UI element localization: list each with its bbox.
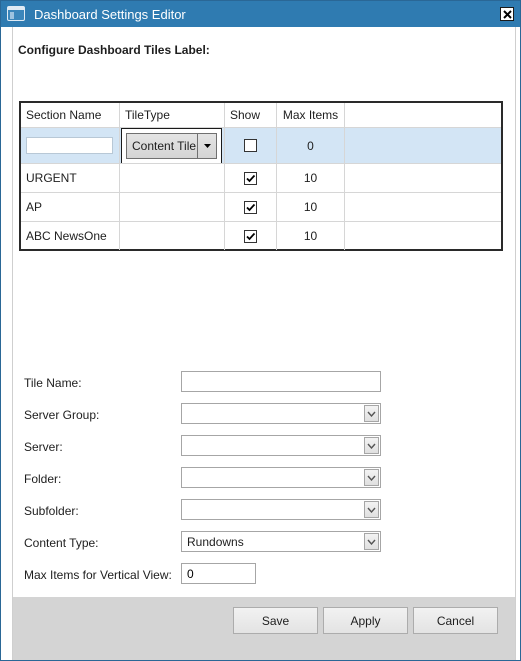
- tile-name-label: Tile Name:: [24, 376, 82, 390]
- content-type-label: Content Type:: [24, 536, 99, 550]
- folder-label: Folder:: [24, 472, 62, 486]
- right-border: [515, 27, 516, 660]
- show-cell[interactable]: [225, 222, 277, 250]
- folder-dropdown[interactable]: [181, 467, 381, 488]
- subfolder-label: Subfolder:: [24, 504, 79, 518]
- section-name-cell[interactable]: [21, 128, 120, 163]
- column-header-section-name[interactable]: Section Name: [21, 103, 120, 127]
- show-cell[interactable]: [225, 164, 277, 192]
- max-items-vertical-input[interactable]: [181, 563, 256, 584]
- section-name-cell[interactable]: URGENT: [21, 164, 120, 192]
- section-name-cell[interactable]: ABC NewsOne: [21, 222, 120, 250]
- max-items-cell[interactable]: 10: [277, 164, 345, 192]
- title-bar[interactable]: Dashboard Settings Editor: [1, 1, 520, 27]
- filler-cell: [345, 193, 501, 221]
- checkmark-icon: [246, 203, 256, 211]
- table-row[interactable]: AP 10: [21, 192, 501, 221]
- show-checkbox[interactable]: [244, 200, 257, 214]
- show-checkbox[interactable]: [244, 139, 257, 152]
- tile-name-input[interactable]: [181, 371, 381, 392]
- tiletype-cell[interactable]: [120, 222, 225, 250]
- chevron-down-icon[interactable]: [364, 501, 379, 518]
- show-checkbox[interactable]: [244, 229, 257, 243]
- chevron-down-icon[interactable]: [364, 437, 379, 454]
- column-header-show[interactable]: Show: [225, 103, 277, 127]
- chevron-down-icon[interactable]: [364, 533, 379, 550]
- section-name-cell[interactable]: AP: [21, 193, 120, 221]
- server-label: Server:: [24, 440, 63, 454]
- dashboard-settings-window: Dashboard Settings Editor Configure Dash…: [0, 0, 521, 661]
- column-header-filler: [345, 103, 501, 127]
- dropdown-arrow-icon[interactable]: [197, 134, 216, 158]
- tiles-grid: Section Name TileType Show Max Items Con…: [19, 101, 503, 251]
- max-items-cell[interactable]: 10: [277, 193, 345, 221]
- filler-cell: [345, 222, 501, 250]
- tiletype-dropdown-value: Content Tile: [132, 139, 197, 153]
- tiletype-cell[interactable]: [120, 193, 225, 221]
- close-icon: [503, 10, 512, 19]
- show-cell[interactable]: [225, 193, 277, 221]
- column-header-max-items[interactable]: Max Items: [277, 103, 345, 127]
- close-button[interactable]: [500, 7, 514, 21]
- column-header-tiletype[interactable]: TileType: [120, 103, 225, 127]
- save-button[interactable]: Save: [233, 607, 318, 634]
- server-dropdown[interactable]: [181, 435, 381, 456]
- show-cell[interactable]: [225, 128, 277, 163]
- max-items-cell[interactable]: 10: [277, 222, 345, 250]
- tiletype-dropdown[interactable]: Content Tile: [121, 128, 222, 163]
- server-group-label: Server Group:: [24, 408, 100, 422]
- tiletype-cell[interactable]: [120, 164, 225, 192]
- button-bar: Save Apply Cancel: [13, 597, 515, 660]
- chevron-down-icon[interactable]: [364, 405, 379, 422]
- filler-cell: [345, 128, 501, 163]
- checkmark-icon: [246, 232, 256, 240]
- table-row[interactable]: ABC NewsOne 10: [21, 221, 501, 250]
- apply-button[interactable]: Apply: [323, 607, 408, 634]
- checkmark-icon: [246, 174, 256, 182]
- chevron-down-icon[interactable]: [364, 469, 379, 486]
- cancel-button[interactable]: Cancel: [413, 607, 498, 634]
- window-app-icon: [7, 6, 25, 21]
- subfolder-dropdown[interactable]: [181, 499, 381, 520]
- section-label: Configure Dashboard Tiles Label:: [18, 43, 210, 57]
- show-checkbox[interactable]: [244, 171, 257, 185]
- content-type-value: Rundowns: [187, 535, 244, 549]
- server-group-dropdown[interactable]: [181, 403, 381, 424]
- max-items-vertical-label: Max Items for Vertical View:: [24, 568, 172, 582]
- left-border: [12, 27, 13, 660]
- table-row[interactable]: URGENT 10: [21, 163, 501, 192]
- filler-cell: [345, 164, 501, 192]
- tiletype-cell[interactable]: Content Tile: [120, 128, 225, 163]
- grid-header: Section Name TileType Show Max Items: [21, 103, 501, 127]
- section-name-input[interactable]: [26, 137, 113, 154]
- max-items-cell[interactable]: 0: [277, 128, 345, 163]
- content-type-dropdown[interactable]: Rundowns: [181, 531, 381, 552]
- window-title: Dashboard Settings Editor: [34, 7, 186, 22]
- table-row[interactable]: Content Tile 0: [21, 127, 501, 163]
